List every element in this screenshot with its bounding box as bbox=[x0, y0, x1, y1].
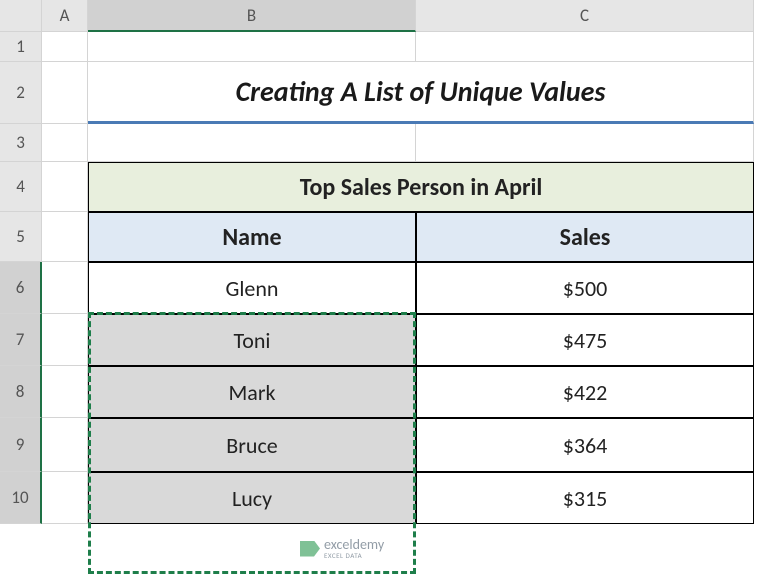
row-header-1[interactable]: 1 bbox=[0, 32, 42, 62]
watermark-tag: EXCEL DATA bbox=[324, 552, 384, 559]
row-header-10[interactable]: 10 bbox=[0, 472, 42, 524]
col-header-b[interactable]: B bbox=[88, 0, 416, 32]
cell-b1[interactable] bbox=[88, 32, 416, 62]
table-caption[interactable]: Top Sales Person in April bbox=[88, 162, 754, 212]
table-row[interactable]: Toni bbox=[88, 314, 416, 366]
cell-a2[interactable] bbox=[42, 62, 88, 124]
table-row[interactable]: $475 bbox=[416, 314, 754, 366]
cell-a10[interactable] bbox=[42, 472, 88, 524]
table-row[interactable]: Glenn bbox=[88, 262, 416, 314]
watermark: exceldemy EXCEL DATA bbox=[300, 538, 384, 559]
cell-a1[interactable] bbox=[42, 32, 88, 62]
col-header-c[interactable]: C bbox=[416, 0, 754, 32]
table-row[interactable]: $364 bbox=[416, 418, 754, 472]
row-header-9[interactable]: 9 bbox=[0, 418, 42, 472]
select-all-corner[interactable] bbox=[0, 0, 42, 32]
row-header-4[interactable]: 4 bbox=[0, 162, 42, 212]
table-row[interactable]: $500 bbox=[416, 262, 754, 314]
table-row[interactable]: Lucy bbox=[88, 472, 416, 524]
row-header-5[interactable]: 5 bbox=[0, 212, 42, 262]
table-row[interactable]: Mark bbox=[88, 366, 416, 418]
cell-a7[interactable] bbox=[42, 314, 88, 366]
col-name-header[interactable]: Name bbox=[88, 212, 416, 262]
watermark-text: exceldemy EXCEL DATA bbox=[324, 538, 384, 559]
cell-a3[interactable] bbox=[42, 124, 88, 162]
row-header-3[interactable]: 3 bbox=[0, 124, 42, 162]
cell-c3[interactable] bbox=[416, 124, 754, 162]
cell-a5[interactable] bbox=[42, 212, 88, 262]
row-header-7[interactable]: 7 bbox=[0, 314, 42, 366]
spreadsheet-grid: A B C 1 2 Creating A List of Unique Valu… bbox=[0, 0, 767, 524]
table-row[interactable]: $315 bbox=[416, 472, 754, 524]
page-title[interactable]: Creating A List of Unique Values bbox=[88, 62, 754, 124]
cell-a4[interactable] bbox=[42, 162, 88, 212]
row-header-2[interactable]: 2 bbox=[0, 62, 42, 124]
row-header-6[interactable]: 6 bbox=[0, 262, 42, 314]
col-header-a[interactable]: A bbox=[42, 0, 88, 32]
table-row[interactable]: $422 bbox=[416, 366, 754, 418]
table-row[interactable]: Bruce bbox=[88, 418, 416, 472]
cell-c1[interactable] bbox=[416, 32, 754, 62]
cell-a9[interactable] bbox=[42, 418, 88, 472]
exceldemy-logo-icon bbox=[300, 541, 320, 557]
cell-a6[interactable] bbox=[42, 262, 88, 314]
cell-a8[interactable] bbox=[42, 366, 88, 418]
cell-b3[interactable] bbox=[88, 124, 416, 162]
col-sales-header[interactable]: Sales bbox=[416, 212, 754, 262]
row-header-8[interactable]: 8 bbox=[0, 366, 42, 418]
